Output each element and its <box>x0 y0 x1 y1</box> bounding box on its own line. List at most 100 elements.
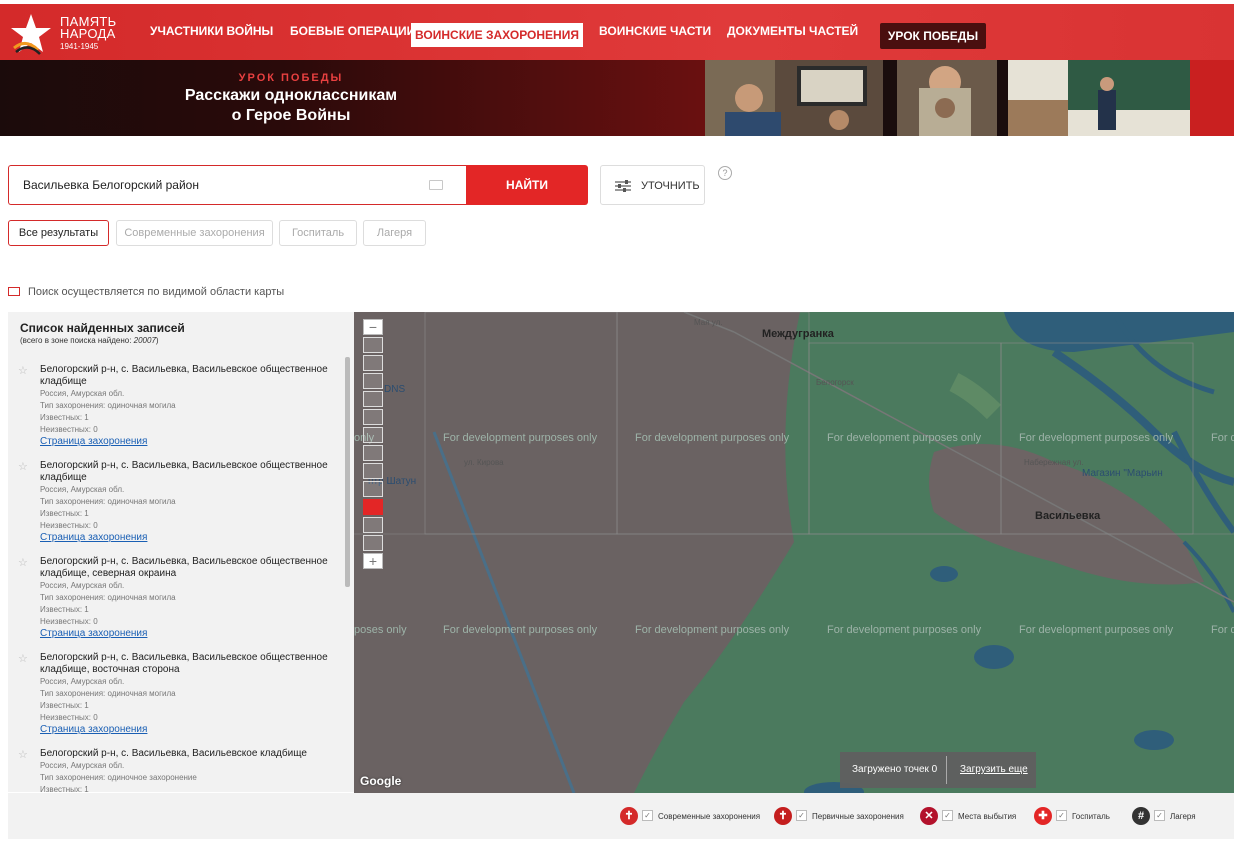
filter-camps[interactable]: Лагеря <box>363 220 426 246</box>
star-icon[interactable]: ☆ <box>18 556 28 569</box>
filter-modern-burials[interactable]: Современные захоронения <box>116 220 273 246</box>
star-icon[interactable]: ☆ <box>18 460 28 473</box>
search-box <box>8 165 466 205</box>
map-area-notice: Поиск осуществляется по видимой области … <box>8 286 284 298</box>
star-icon[interactable]: ☆ <box>18 652 28 665</box>
record-type: Тип захоронения: одиночная могила <box>40 401 176 410</box>
lesson-button[interactable]: УРОК ПОБЕДЫ <box>880 23 986 49</box>
legend-checkbox[interactable]: ✓ <box>942 810 953 821</box>
nav-operations[interactable]: БОЕВЫЕ ОПЕРАЦИИ <box>290 24 415 38</box>
zoom-level[interactable] <box>363 391 383 407</box>
watermark: For development purposes only <box>443 624 598 636</box>
logo-line2: НАРОДА <box>60 26 116 41</box>
zoom-in-button[interactable]: + <box>363 553 383 569</box>
x-mark-icon: ✕ <box>920 807 938 825</box>
record-title: Белогорский р-н, с. Васильевка, Васильев… <box>40 460 328 483</box>
record-region: Россия, Амурская обл. <box>40 677 125 686</box>
filter-all[interactable]: Все результаты <box>8 220 109 246</box>
cross-grave-icon: ✝ <box>620 807 638 825</box>
refine-button[interactable]: УТОЧНИТЬ <box>600 165 705 205</box>
record-known: Известных: 1 <box>40 413 89 422</box>
record-known: Известных: 1 <box>40 509 89 518</box>
record-unknown: Неизвестных: 0 <box>40 713 98 722</box>
sliders-icon <box>615 180 631 192</box>
banner-photo-students <box>705 60 883 136</box>
logo[interactable]: ПАМЯТЬ НАРОДА 1941-1945 <box>8 12 120 56</box>
google-logo: Google <box>360 774 402 788</box>
road-label: Мая ул. <box>694 318 723 327</box>
search-button[interactable]: НАЙТИ <box>466 165 588 205</box>
zoom-level[interactable] <box>363 445 383 461</box>
search-input[interactable] <box>23 178 423 192</box>
star-icon[interactable]: ☆ <box>18 748 28 761</box>
watermark: For development purposes only <box>443 432 598 444</box>
watermark: For d <box>1211 624 1234 636</box>
filter-hospital[interactable]: Госпиталь <box>279 220 357 246</box>
legend-checkbox[interactable]: ✓ <box>1154 810 1165 821</box>
zoom-level-selected[interactable] <box>363 499 383 515</box>
medical-cross-icon: ✚ <box>1034 807 1052 825</box>
zoom-level[interactable] <box>363 427 383 443</box>
map[interactable]: only For development purposes only For d… <box>354 312 1234 793</box>
road-label: ул. Кирова <box>464 458 504 467</box>
legend-checkbox[interactable]: ✓ <box>796 810 807 821</box>
record-link[interactable]: Страница захоронения <box>40 724 340 736</box>
loaded-points-count: Загружено точек 0 <box>852 764 938 775</box>
poi-label[interactable]: Магазин "Марьин <box>1082 468 1163 479</box>
record-type: Тип захоронения: одиночная могила <box>40 689 176 698</box>
place-label: Междугранка <box>762 328 834 340</box>
load-more-link[interactable]: Загрузить еще <box>960 764 1028 775</box>
zoom-level[interactable] <box>363 373 383 389</box>
record-region: Россия, Амурская обл. <box>40 389 125 398</box>
nav-burials[interactable]: ВОИНСКИЕ ЗАХОРОНЕНИЯ <box>411 23 583 47</box>
top-navigation: ПАМЯТЬ НАРОДА 1941-1945 УЧАСТНИКИ ВОЙНЫ … <box>0 4 1234 60</box>
record-known: Известных: 1 <box>40 605 89 614</box>
banner-kicker: УРОК ПОБЕДЫ <box>238 72 344 84</box>
legend-checkbox[interactable]: ✓ <box>642 810 653 821</box>
legend-label: Современные захоронения <box>658 812 761 821</box>
record-unknown: Неизвестных: 0 <box>40 617 98 626</box>
zoom-level[interactable] <box>363 535 383 551</box>
record-region: Россия, Амурская обл. <box>40 581 125 590</box>
zoom-level[interactable] <box>363 337 383 353</box>
refine-label: УТОЧНИТЬ <box>641 180 700 192</box>
zoom-out-button[interactable]: − <box>363 319 383 335</box>
list-scrollbar[interactable] <box>345 357 350 587</box>
barbed-wire-icon: # <box>1132 807 1150 825</box>
zoom-level[interactable] <box>363 481 383 497</box>
watermark: poses only <box>354 624 407 636</box>
nav-participants[interactable]: УЧАСТНИКИ ВОЙНЫ <box>150 24 273 38</box>
star-icon[interactable]: ☆ <box>18 364 28 377</box>
road-label: Белогорск <box>816 378 854 387</box>
keyboard-icon[interactable] <box>429 180 443 190</box>
zoom-level[interactable] <box>363 463 383 479</box>
poi-label[interactable]: DNS <box>384 384 405 395</box>
nav-units[interactable]: ВОИНСКИЕ ЧАСТИ <box>599 24 711 38</box>
help-icon[interactable]: ? <box>718 166 732 180</box>
legend-checkbox[interactable]: ✓ <box>1056 810 1067 821</box>
watermark: For development purposes only <box>1019 432 1174 444</box>
zoom-level[interactable] <box>363 355 383 371</box>
legend-label: Госпиталь <box>1072 812 1110 821</box>
banner-photo-portrait <box>897 60 997 136</box>
record-link[interactable]: Страница захоронения <box>40 628 340 640</box>
zoom-level[interactable] <box>363 517 383 533</box>
record-link[interactable]: Страница захоронения <box>40 532 340 544</box>
map-frame-icon <box>8 287 20 296</box>
record-type: Тип захоронения: одиночная могила <box>40 497 176 506</box>
promo-banner[interactable]: УРОК ПОБЕДЫ Расскажи одноклассникам о Ге… <box>0 60 1234 136</box>
record-unknown: Неизвестных: 0 <box>40 521 98 530</box>
loaded-points-panel: Загружено точек 0 Загрузить еще <box>840 752 1036 788</box>
nav-documents[interactable]: ДОКУМЕНТЫ ЧАСТЕЙ <box>727 24 858 38</box>
watermark: For d <box>1211 432 1234 444</box>
results-list: Список найденных записей (всего в зоне п… <box>8 312 354 792</box>
banner-title-line1: Расскажи одноклассникам <box>184 87 398 104</box>
zoom-level[interactable] <box>363 409 383 425</box>
results-count: (всего в зоне поиска найдено: 20007) <box>20 336 159 345</box>
watermark: For development purposes only <box>635 432 790 444</box>
record-link[interactable]: Страница захоронения <box>40 436 340 448</box>
divider <box>946 756 947 784</box>
watermark: For development purposes only <box>827 624 982 636</box>
star-icon <box>11 14 51 55</box>
banner-photo-classroom <box>1008 60 1190 136</box>
